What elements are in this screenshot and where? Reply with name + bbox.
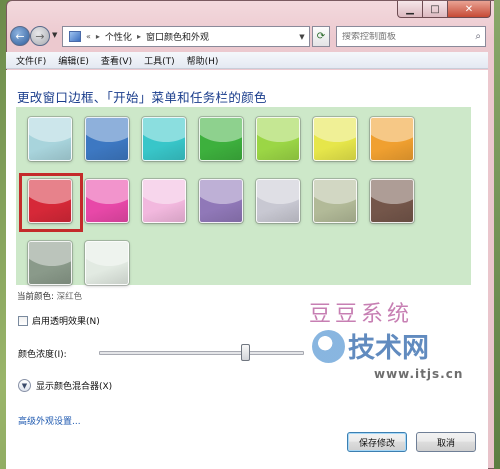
page-title: 更改窗口边框、「开始」菜单和任务栏的颜色: [17, 90, 267, 105]
advanced-appearance-link[interactable]: 高级外观设置...: [18, 414, 81, 427]
color-intensity-label: 颜色浓度(I):: [18, 350, 67, 360]
color-intensity-slider[interactable]: [99, 351, 304, 355]
recent-pages-dropdown-icon[interactable]: ▼: [52, 31, 57, 39]
color-swatch[interactable]: [313, 117, 357, 161]
color-swatch[interactable]: [28, 179, 72, 223]
address-overflow-chevron[interactable]: «: [86, 32, 91, 41]
chevron-right-icon: ▸: [95, 32, 100, 41]
address-row: ← → ▼ « ▸ 个性化 ▸ 窗口颜色和外观 ▼ ⟳ ⌕: [6, 25, 488, 49]
color-swatch[interactable]: [142, 179, 186, 223]
search-box: ⌕: [336, 26, 486, 47]
color-swatch[interactable]: [85, 241, 129, 285]
refresh-icon: ⟳: [316, 31, 326, 42]
menu-tools[interactable]: 工具(T): [138, 54, 181, 67]
watermark-text-jishuwang: 技术网: [348, 333, 429, 364]
color-swatch[interactable]: [256, 117, 300, 161]
close-icon: ✕: [464, 3, 474, 15]
search-icon[interactable]: ⌕: [475, 31, 481, 42]
close-button[interactable]: ✕: [448, 1, 491, 18]
menu-bar: 文件(F) 编辑(E) 查看(V) 工具(T) 帮助(H): [6, 52, 488, 69]
watermark-logo-icon: [312, 330, 345, 363]
chevron-down-icon[interactable]: ▼: [18, 379, 31, 392]
content-pane: 更改窗口边框、「开始」菜单和任务栏的颜色 当前颜色: 深红色 启用透明效果(N)…: [6, 70, 488, 469]
color-swatch[interactable]: [370, 179, 414, 223]
current-color-label: 当前颜色:: [17, 292, 54, 302]
color-swatch[interactable]: [85, 117, 129, 161]
color-swatch[interactable]: [313, 179, 357, 223]
color-swatch[interactable]: [256, 179, 300, 223]
menu-view[interactable]: 查看(V): [95, 54, 138, 67]
color-mixer-label: 显示颜色混合器(X): [36, 382, 113, 392]
search-input[interactable]: [342, 31, 468, 42]
color-swatch[interactable]: [370, 117, 414, 161]
color-swatch[interactable]: [199, 179, 243, 223]
breadcrumb-personalization[interactable]: 个性化: [105, 30, 132, 43]
transparency-option[interactable]: 启用透明效果(N): [18, 314, 100, 327]
refresh-button[interactable]: ⟳: [312, 26, 330, 47]
minimize-button[interactable]: ▁: [397, 1, 423, 18]
address-dropdown-icon[interactable]: ▼: [295, 33, 309, 41]
color-intensity-slider-thumb[interactable]: [240, 344, 250, 361]
color-swatch-grid: [16, 107, 471, 285]
watermark-url: www.itjs.cn: [374, 367, 464, 381]
address-bar[interactable]: « ▸ 个性化 ▸ 窗口颜色和外观 ▼: [62, 26, 310, 47]
maximize-button[interactable]: □: [423, 1, 448, 18]
save-changes-button[interactable]: 保存修改: [347, 432, 407, 452]
back-button[interactable]: ←: [10, 26, 30, 46]
maximize-icon: □: [430, 3, 440, 15]
color-mixer-toggle[interactable]: ▼ 显示颜色混合器(X): [18, 379, 112, 392]
cancel-button[interactable]: 取消: [416, 432, 476, 452]
color-swatch[interactable]: [199, 117, 243, 161]
desktop-background: [494, 0, 500, 469]
caption-buttons: ▁ □ ✕: [397, 1, 491, 18]
menu-help[interactable]: 帮助(H): [181, 54, 225, 67]
menu-file[interactable]: 文件(F): [10, 54, 52, 67]
color-swatch[interactable]: [85, 179, 129, 223]
current-color-value: 深红色: [56, 292, 83, 302]
chevron-right-icon: ▸: [136, 32, 141, 41]
color-swatch[interactable]: [28, 241, 72, 285]
control-panel-icon: [69, 31, 81, 42]
current-color-line: 当前颜色: 深红色: [17, 290, 82, 302]
minimize-icon: ▁: [406, 3, 414, 15]
color-swatch[interactable]: [28, 117, 72, 161]
menu-edit[interactable]: 编辑(E): [52, 54, 95, 67]
color-swatch[interactable]: [142, 117, 186, 161]
transparency-label: 启用透明效果(N): [32, 317, 100, 327]
breadcrumb-window-color[interactable]: 窗口颜色和外观: [146, 30, 209, 43]
back-arrow-icon: ←: [15, 29, 25, 43]
forward-arrow-icon: →: [35, 29, 45, 43]
transparency-checkbox[interactable]: [18, 315, 28, 326]
forward-button[interactable]: →: [30, 26, 50, 46]
